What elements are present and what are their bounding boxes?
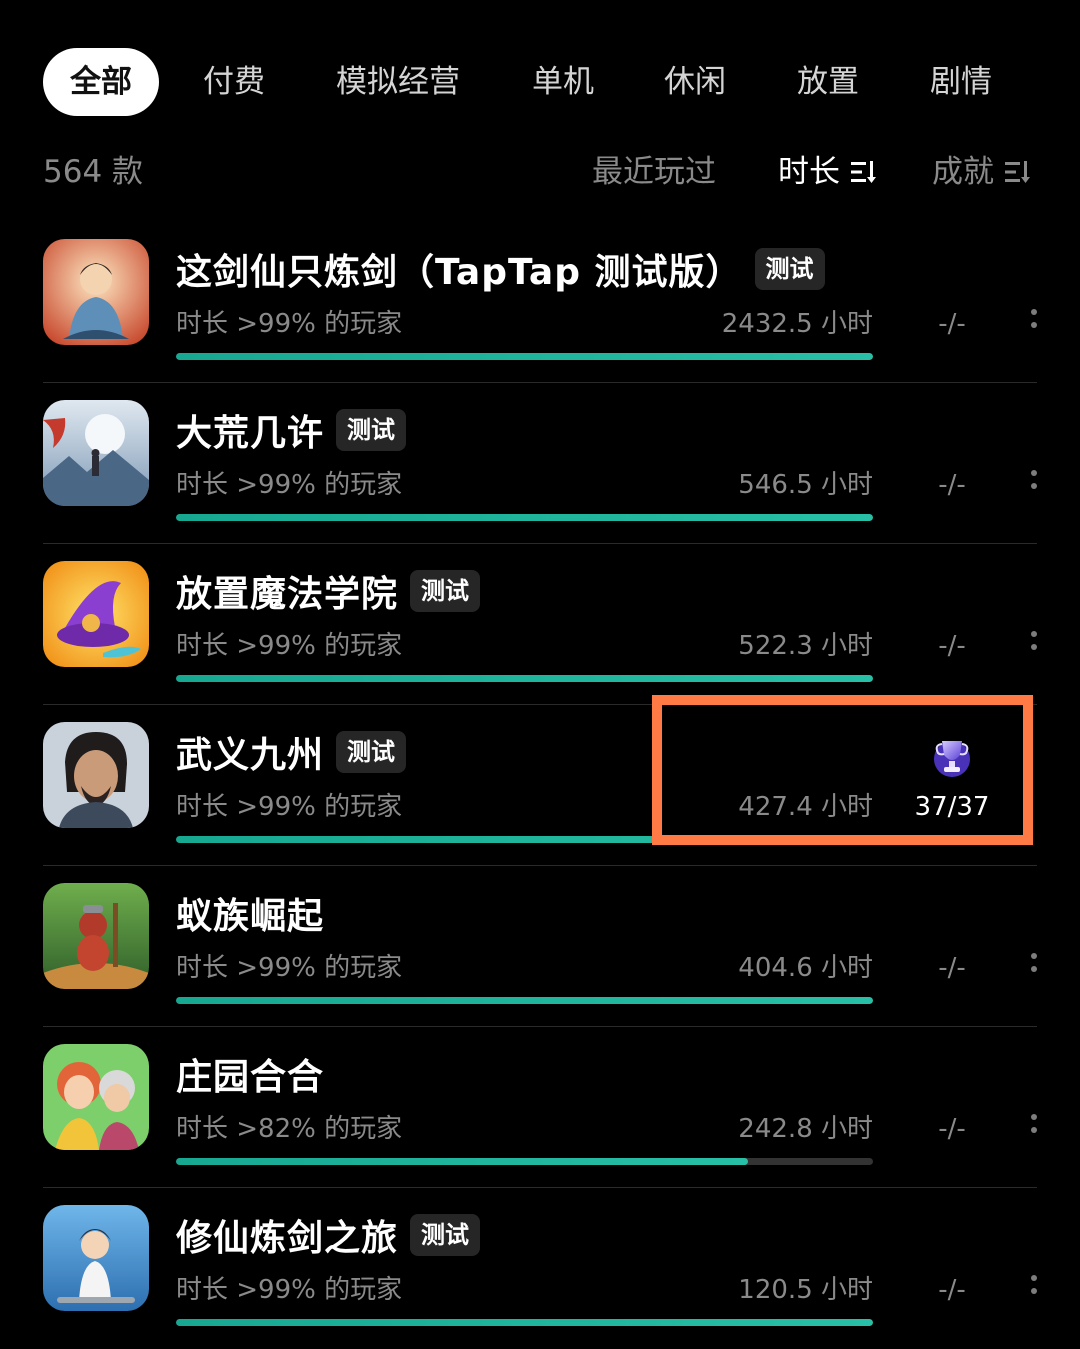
more-icon[interactable] — [1028, 1275, 1040, 1307]
more-icon[interactable] — [1028, 470, 1040, 502]
progress-fill — [176, 675, 873, 682]
wizard-hat-icon — [43, 561, 149, 667]
young-cultivator-icon — [43, 1205, 149, 1311]
hours-played: 120.5 小时 — [738, 1275, 873, 1305]
play-stats: 时长 >82% 的玩家 242.8 小时 — [176, 1109, 873, 1149]
more-icon[interactable] — [1028, 953, 1040, 985]
game-row[interactable]: 这剑仙只炼剑（TapTap 测试版） 测试 时长 >99% 的玩家 2432.5… — [0, 222, 1080, 383]
tab-simulation[interactable]: 模拟经营 — [326, 48, 470, 116]
game-title: 修仙炼剑之旅 — [176, 1218, 399, 1259]
hours-played: 242.8 小时 — [738, 1114, 873, 1144]
game-title: 武义九州 — [176, 735, 325, 776]
game-title-line: 这剑仙只炼剑（TapTap 测试版） 测试 — [176, 244, 825, 294]
play-stats: 时长 >99% 的玩家 546.5 小时 — [176, 465, 873, 505]
game-row[interactable]: 放置魔法学院 测试 时长 >99% 的玩家 522.3 小时 -/- — [0, 544, 1080, 705]
game-row[interactable]: 武义九州 测试 时长 >99% 的玩家 427.4 小时 37/37 — [0, 705, 1080, 866]
game-title-line: 修仙炼剑之旅 测试 — [176, 1210, 481, 1260]
hours-played: 404.6 小时 — [738, 953, 873, 983]
playtime-progress-bar — [176, 997, 873, 1004]
more-icon[interactable] — [1028, 309, 1040, 341]
game-title: 放置魔法学院 — [176, 574, 399, 615]
tab-paid[interactable]: 付费 — [190, 48, 278, 116]
more-icon[interactable] — [1028, 631, 1040, 663]
progress-fill — [176, 836, 873, 843]
progress-fill — [176, 997, 873, 1004]
achievement-count: -/- — [938, 470, 966, 500]
achievement-count: -/- — [938, 953, 966, 983]
test-badge: 测试 — [336, 409, 407, 451]
cultivator-meditating-icon — [43, 239, 149, 345]
play-stats: 时长 >99% 的玩家 404.6 小时 — [176, 948, 873, 988]
play-stats: 时长 >99% 的玩家 522.3 小时 — [176, 626, 873, 666]
sort-recent[interactable]: 最近玩过 — [592, 150, 716, 194]
percentile-text: 时长 >99% 的玩家 — [176, 953, 403, 983]
game-title: 庄园合合 — [176, 1057, 325, 1098]
test-badge: 测试 — [410, 1214, 481, 1256]
progress-fill — [176, 1319, 873, 1326]
tab-all[interactable]: 全部 — [43, 48, 159, 116]
sort-duration[interactable]: 时长 — [778, 150, 876, 194]
tab-idle[interactable]: 放置 — [785, 48, 871, 116]
game-title: 这剑仙只炼剑（TapTap 测试版） — [176, 252, 743, 293]
playtime-progress-bar — [176, 1158, 873, 1165]
tab-story[interactable]: 剧情 — [918, 48, 1004, 116]
game-title: 大荒几许 — [176, 413, 325, 454]
percentile-text: 时长 >99% 的玩家 — [176, 470, 403, 500]
percentile-text: 时长 >99% 的玩家 — [176, 309, 403, 339]
test-badge: 测试 — [754, 248, 825, 290]
achievement-count: -/- — [938, 631, 966, 661]
garden-characters-icon — [43, 1044, 149, 1150]
sort-recent-label: 最近玩过 — [592, 154, 716, 190]
play-stats: 时长 >99% 的玩家 120.5 小时 — [176, 1270, 873, 1310]
tab-casual[interactable]: 休闲 — [652, 48, 738, 116]
game-row[interactable]: 庄园合合 时长 >82% 的玩家 242.8 小时 -/- — [0, 1027, 1080, 1188]
game-title-line: 大荒几许 测试 — [176, 405, 407, 455]
sort-order-icon — [1005, 161, 1030, 183]
achievement-count: -/- — [938, 1275, 966, 1305]
game-row[interactable]: 修仙炼剑之旅 测试 时长 >99% 的玩家 120.5 小时 -/- — [0, 1188, 1080, 1349]
achievement-count: -/- — [938, 1114, 966, 1144]
hours-played: 522.3 小时 — [738, 631, 873, 661]
progress-fill — [176, 1158, 748, 1165]
percentile-text: 时长 >99% 的玩家 — [176, 631, 403, 661]
play-stats: 时长 >99% 的玩家 2432.5 小时 — [176, 304, 873, 344]
moonlit-swordsman-icon — [43, 400, 149, 506]
sort-duration-label: 时长 — [778, 154, 840, 190]
hours-played: 546.5 小时 — [738, 470, 873, 500]
achievement-count: 37/37 — [914, 792, 990, 822]
playtime-progress-bar — [176, 1319, 873, 1326]
game-title-line: 蚁族崛起 — [176, 888, 324, 938]
progress-fill — [176, 514, 873, 521]
playtime-progress-bar — [176, 514, 873, 521]
warrior-portrait-icon — [43, 722, 149, 828]
test-badge: 测试 — [410, 570, 481, 612]
hours-played: 2432.5 小时 — [721, 309, 873, 339]
game-title-line: 武义九州 测试 — [176, 727, 407, 777]
test-badge: 测试 — [336, 731, 407, 773]
trophy-icon — [934, 741, 970, 777]
achievement-count: -/- — [938, 309, 966, 339]
hours-played: 427.4 小时 — [738, 792, 873, 822]
sort-achievement-label: 成就 — [932, 154, 994, 190]
category-tabs: 全部 付费 模拟经营 单机 休闲 放置 剧情 — [0, 48, 1080, 116]
playtime-progress-bar — [176, 353, 873, 360]
sort-achievement[interactable]: 成就 — [932, 150, 1030, 194]
tab-single-player[interactable]: 单机 — [520, 48, 606, 116]
more-icon[interactable] — [1028, 1114, 1040, 1146]
ant-warrior-icon — [43, 883, 149, 989]
sort-order-icon — [851, 161, 876, 183]
game-row[interactable]: 蚁族崛起 时长 >99% 的玩家 404.6 小时 -/- — [0, 866, 1080, 1027]
playtime-progress-bar — [176, 675, 873, 682]
progress-fill — [176, 353, 873, 360]
game-row[interactable]: 大荒几许 测试 时长 >99% 的玩家 546.5 小时 -/- — [0, 383, 1080, 544]
percentile-text: 时长 >99% 的玩家 — [176, 792, 403, 822]
percentile-text: 时长 >99% 的玩家 — [176, 1275, 403, 1305]
game-title: 蚁族崛起 — [176, 896, 325, 937]
game-count: 564 款 — [43, 154, 144, 190]
game-title-line: 庄园合合 — [176, 1049, 324, 1099]
play-stats: 时长 >99% 的玩家 427.4 小时 — [176, 787, 873, 827]
game-title-line: 放置魔法学院 测试 — [176, 566, 481, 616]
percentile-text: 时长 >82% 的玩家 — [176, 1114, 403, 1144]
playtime-progress-bar — [176, 836, 873, 843]
